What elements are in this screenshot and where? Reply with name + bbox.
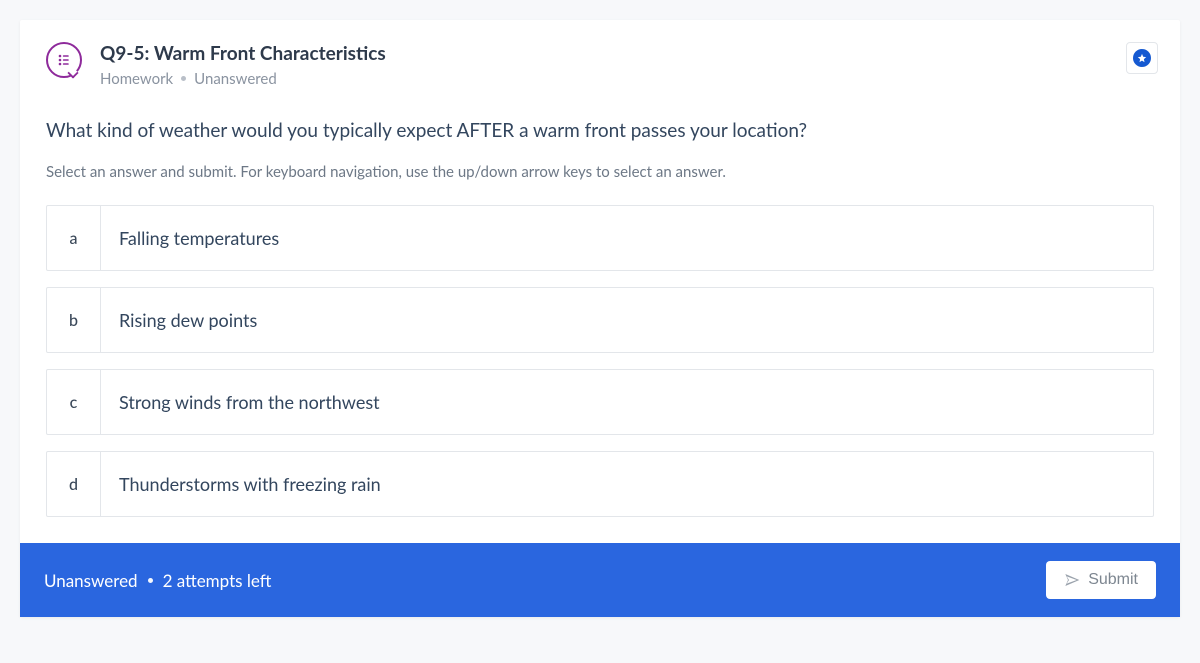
dot-separator xyxy=(181,76,186,81)
question-category: Homework xyxy=(100,70,173,88)
question-footer: Unanswered 2 attempts left Submit xyxy=(20,543,1180,617)
option-text: Falling temperatures xyxy=(101,206,297,270)
question-prompt: What kind of weather would you typically… xyxy=(46,118,1154,144)
options-list: a Falling temperatures b Rising dew poin… xyxy=(46,205,1154,543)
attempts-left: 2 attempts left xyxy=(163,570,272,591)
option-letter: c xyxy=(47,370,101,434)
option-text: Thunderstorms with freezing rain xyxy=(101,452,399,516)
dot-separator xyxy=(148,578,153,583)
option-letter: a xyxy=(47,206,101,270)
option-a[interactable]: a Falling temperatures xyxy=(46,205,1154,271)
question-title: Q9-5: Warm Front Characteristics xyxy=(100,42,386,66)
option-b[interactable]: b Rising dew points xyxy=(46,287,1154,353)
option-letter: d xyxy=(47,452,101,516)
instruction-text: Select an answer and submit. For keyboar… xyxy=(46,163,1154,181)
question-subtitle: Homework Unanswered xyxy=(100,70,386,88)
bookmark-button[interactable] xyxy=(1126,42,1158,74)
question-status: Unanswered xyxy=(194,70,277,88)
send-icon xyxy=(1064,572,1080,588)
multiple-choice-icon xyxy=(46,42,82,78)
option-text: Strong winds from the northwest xyxy=(101,370,398,434)
question-header: Q9-5: Warm Front Characteristics Homewor… xyxy=(20,20,1180,94)
footer-status: Unanswered xyxy=(44,570,138,591)
option-letter: b xyxy=(47,288,101,352)
star-icon xyxy=(1133,49,1151,67)
option-d[interactable]: d Thunderstorms with freezing rain xyxy=(46,451,1154,517)
question-card: Q9-5: Warm Front Characteristics Homewor… xyxy=(20,20,1180,617)
option-text: Rising dew points xyxy=(101,288,275,352)
submit-label: Submit xyxy=(1088,571,1138,589)
option-c[interactable]: c Strong winds from the northwest xyxy=(46,369,1154,435)
submit-button[interactable]: Submit xyxy=(1046,561,1156,599)
